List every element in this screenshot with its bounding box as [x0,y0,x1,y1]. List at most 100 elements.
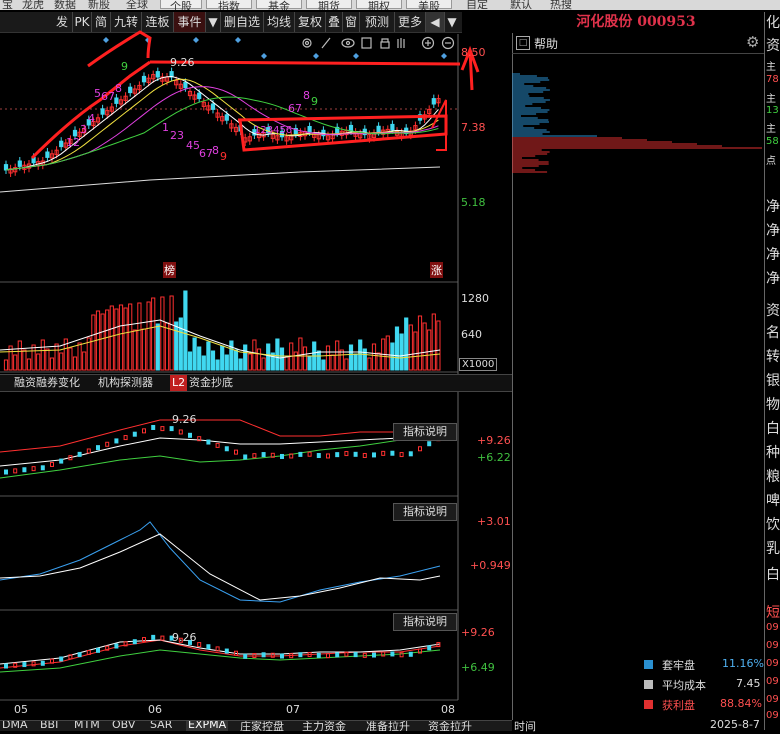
tab-ready-rise[interactable]: 准备拉升 [366,721,410,731]
volume-bar [206,341,211,371]
side-label[interactable]: 粮 [766,466,780,486]
oscillator-line [0,521,441,603]
event-marker [103,37,109,43]
side-label[interactable]: 09 [766,622,779,633]
volume-bar [187,351,193,371]
tab-sar[interactable]: SAR [150,721,172,731]
volume-bar [385,335,390,371]
side-label[interactable]: 58 [766,136,779,147]
side-label[interactable]: 净 [766,268,780,288]
indicator-candle [381,651,386,657]
volume-bar [91,314,96,371]
tab-institution-detector[interactable]: 机构探测器 [98,375,153,391]
side-label[interactable]: 化 [766,12,780,32]
side-label[interactable]: 13 [766,105,779,116]
side-label[interactable]: 资 [766,35,780,55]
tab-expma[interactable]: EXPMA [186,721,229,731]
gear-icon[interactable]: ⚙ [746,33,759,51]
indicator-candle [22,467,27,473]
volume-bar [54,343,59,371]
td-label: 67 [288,102,302,115]
indicator-axis-label: +9.26 [477,434,511,447]
volume-bar [77,342,82,371]
candle-body [183,81,188,89]
tab-dealer-control[interactable]: 庄家控盘 [240,721,284,731]
side-label[interactable]: 短 [766,602,780,622]
tab-obv[interactable]: OBV [112,721,135,731]
help-label[interactable]: 帮助 [534,35,558,52]
tab-margin-trading[interactable]: 融资融券变化 [14,375,80,391]
candle-body [100,108,105,115]
volume-bar [59,352,64,371]
tab-main-fund[interactable]: 主力资金 [302,721,346,731]
side-label[interactable]: 09 [766,694,779,705]
peak-price-label: 9.26 [170,56,195,69]
limit-up-badge[interactable]: 涨 [430,262,443,278]
td-label: 23 [170,129,184,142]
side-label[interactable]: 种 [766,442,780,462]
side-label[interactable]: 主 [766,120,776,135]
side-label[interactable]: 09 [766,658,779,669]
tab-dma[interactable]: DMA [2,721,28,731]
candle-body [431,98,436,105]
side-label[interactable]: 乳 [766,538,780,558]
indicator-candle [280,653,284,659]
side-label[interactable]: 转 [766,346,780,366]
indicator-candle [105,441,110,447]
candle-body [210,103,216,110]
volume-bar [302,346,308,371]
indicator-candle [252,453,257,459]
tab-fund-bottom[interactable]: 资金抄底 [189,375,233,391]
event-marker [235,37,241,43]
indicator-candle [372,452,376,458]
indicator-candle [40,465,45,471]
tab-fund-rise[interactable]: 资金拉升 [428,721,472,731]
event-marker [441,53,447,59]
indicator-help-button[interactable]: 指标说明 [393,613,457,631]
side-label[interactable]: 净 [766,220,780,240]
side-label[interactable]: 名 [766,322,780,342]
side-label[interactable]: 饮 [766,514,780,534]
volume-bar [247,353,252,371]
side-label[interactable]: 银 [766,370,780,390]
indicator-candle [96,647,100,653]
legend-value: 88.84% [720,697,762,710]
td-label: 12 [66,136,80,149]
indicator-candle [399,452,404,458]
side-label[interactable]: 啤 [766,490,780,510]
indicator-candle [40,660,45,666]
volume-bar [358,339,363,371]
side-label[interactable]: 白 [766,418,780,438]
indicator-candle [298,451,303,457]
side-label[interactable]: 主 [766,58,776,73]
side-label[interactable]: 09 [766,710,779,721]
candle-body [155,71,160,78]
side-label[interactable]: 资 [766,300,780,320]
bottom-indicator-tabs: DMA BBI MTM OBV SAR EXPMA 庄家控盘 主力资金 准备拉升… [0,720,512,731]
tab-bbi[interactable]: BBI [40,721,58,731]
menu-item[interactable]: 热搜 [550,0,572,10]
volume-bar [215,359,220,371]
indicator-help-button[interactable]: 指标说明 [393,503,457,521]
side-label[interactable]: 物 [766,394,780,414]
tab-mtm[interactable]: MTM [74,721,100,731]
side-label[interactable]: 78 [766,74,779,85]
price-axis-label: 7.38 [461,121,486,134]
side-label[interactable]: 净 [766,196,780,216]
indicator-help-button[interactable]: 指标说明 [393,423,457,441]
side-label[interactable]: 主 [766,90,776,105]
side-label[interactable]: 净 [766,244,780,264]
menu-item[interactable]: 默认 [510,0,532,10]
td-label: 9 [311,95,318,108]
indicator-candle [243,454,248,460]
board-badge[interactable]: 榜 [163,262,176,278]
indicator-candle [316,453,321,459]
side-label[interactable]: 09 [766,640,779,651]
kline-chart[interactable] [0,0,512,720]
help-icon[interactable]: □ [516,36,530,50]
side-label[interactable]: 白 [766,564,780,584]
side-label[interactable]: 09 [766,676,779,687]
volume-bar [105,309,110,371]
side-label[interactable]: 点 [766,152,776,167]
month-label: 07 [286,703,300,716]
